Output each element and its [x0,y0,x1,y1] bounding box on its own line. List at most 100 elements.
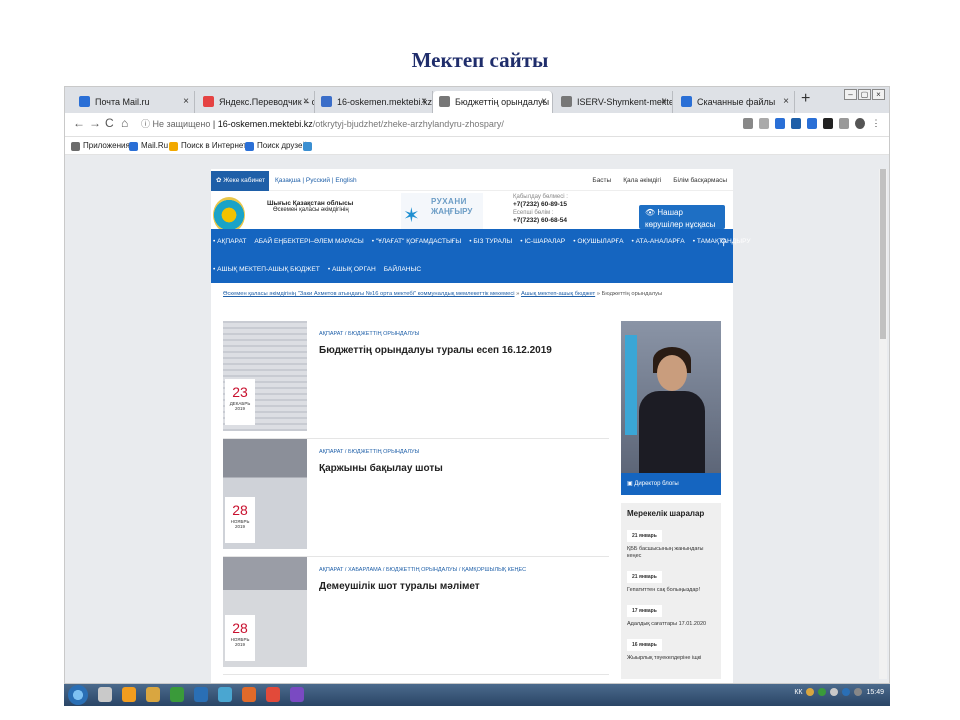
close-window-button[interactable]: × [872,89,885,100]
rukhani-banner[interactable]: ✶ РУХАНИ ЖАҢҒЫРУ [401,193,483,233]
volume-icon[interactable] [854,688,863,696]
tab-close-icon[interactable]: × [783,91,789,113]
nav-item[interactable]: • АҚПАРАТ [213,238,246,245]
home-button[interactable]: ⌂ [121,116,128,130]
taskbar-app-icon[interactable] [290,687,304,702]
nav-item[interactable]: • БІЗ ТУРАЛЫ [469,238,512,245]
mailru-icon [129,142,138,151]
clock[interactable]: 15:49 [866,689,884,696]
tab-bar: + – ▢ × Почта Mail.ru × Яндекс.Переводчик … [65,87,889,113]
toplink-home[interactable]: Басты [592,171,611,191]
language-indicator[interactable]: КК [794,689,802,696]
taskbar-app-icon[interactable] [242,687,256,702]
taskbar-app-icon[interactable] [98,687,112,702]
tray-icon[interactable] [830,688,839,696]
article-title[interactable]: Демеушілік шот туралы мәлімет [319,581,480,592]
nav-item[interactable]: АБАЙ ЕҢБЕКТЕРІ–ӘЛЕМ МАРАСЫ [254,238,363,245]
taskbar-app-icon[interactable] [146,687,160,702]
scrollbar-thumb[interactable] [880,169,886,339]
event-item[interactable]: 17 январь Адалдық сағаттары 17.01.2020 [627,599,715,628]
article-item[interactable]: 28 НОЯБРЬ 2019 АҚПАРАТ / ХАБАРЛАМА / БЮД… [223,557,609,675]
start-button[interactable] [68,685,88,705]
article-category[interactable]: АҚПАРАТ / ХАБАРЛАМА / БЮДЖЕТТІҢ ОРЫНДАЛУ… [319,567,526,573]
nav-item[interactable]: БАЙЛАНЫС [384,266,421,273]
web-page: ✿ Жеке кабинет Қазақша | Русский | Engli… [211,169,751,683]
address-bar[interactable]: ⓘ Не защищено | 16-oskemen.mektebi.kz/ot… [141,116,751,133]
tab-5[interactable]: ISERV-Shymkent-mektebi.kz - Пр…× [555,91,673,113]
taskbar-app-icon[interactable] [194,687,208,702]
minimize-button[interactable]: – [844,89,857,100]
breadcrumb-open-budget[interactable]: Ашық мектеп-ашық бюджет [521,291,595,297]
tab-close-icon[interactable]: × [421,91,427,113]
tray-icon[interactable] [806,688,815,696]
star-icon[interactable] [759,118,769,129]
taskbar-app-icon[interactable] [170,687,184,702]
tab-3[interactable]: 16-oskemen.mektebi.kz - 42 тыс…× [315,91,433,113]
event-item[interactable]: 21 январь ҚББ басшысының жанындағы кеңес [627,524,715,560]
menu-icon[interactable]: ⋮ [871,118,881,129]
back-button[interactable]: ← [73,116,85,130]
article-title[interactable]: Қаржыны бақылау шоты [319,463,443,474]
tab-2[interactable]: Яндекс.Переводчик – словарь и…× [197,91,315,113]
new-tab-button[interactable]: + [801,90,810,108]
extension-icon[interactable] [839,118,849,129]
profile-icon[interactable] [855,118,865,129]
date-badge: 23 ДЕКАБРЬ 2019 [225,379,255,425]
article-category[interactable]: АҚПАРАТ / БЮДЖЕТТІҢ ОРЫНДАЛУЫ [319,449,419,455]
article-item[interactable]: 23 ДЕКАБРЬ 2019 АҚПАРАТ / БЮДЖЕТТІҢ ОРЫН… [223,321,609,439]
bookmark-mailru[interactable]: Mail.Ru [129,140,168,152]
nav-item[interactable]: • АТА-АНАЛАРҒА [631,238,684,245]
zoom-icon[interactable] [743,118,753,129]
tray-icon[interactable] [842,688,851,696]
extension-icon[interactable] [775,118,785,129]
bookmark-friends[interactable]: Поиск друзей [245,140,307,152]
extension-icon[interactable] [807,118,817,129]
tab-close-icon[interactable]: × [661,91,667,113]
nav-item[interactable]: • ОҚУШЫЛАРҒА [573,238,623,245]
tab-4[interactable]: Бюджеттің орындалуы » Өскем…× [433,91,553,113]
tab-close-icon[interactable]: × [303,91,309,113]
article-item[interactable]: 28 НОЯБРЬ 2019 АҚПАРАТ / БЮДЖЕТТІҢ ОРЫНД… [223,439,609,557]
tab-close-icon[interactable]: × [183,91,189,113]
nav-item[interactable]: • АШЫҚ ОРГАН [328,266,376,273]
nav-item[interactable]: • ІС-ШАРАЛАР [520,238,565,245]
tab-1[interactable]: Почта Mail.ru × [73,91,195,113]
taskbar-app-icon[interactable] [266,687,280,702]
toplink-akimat[interactable]: Қала әкімдігі [623,171,661,191]
personal-cabinet-link[interactable]: ✿ Жеке кабинет [211,171,269,191]
bookmark-search[interactable]: Поиск в Интернете [169,140,251,152]
language-switcher[interactable]: Қазақша | Русский | English [275,171,357,191]
search-icon[interactable]: ⚲ [720,237,727,248]
toplink-education[interactable]: Білім басқармасы [673,171,727,191]
bookmark-apps[interactable]: Приложения [71,140,130,152]
tab-6[interactable]: Скачанные файлы × [675,91,795,113]
extension-icon[interactable] [791,118,801,129]
security-indicator[interactable]: ⓘ Не защищено [141,119,210,129]
region-subtitle: Өскемен қаласы әкімдігінің [273,207,349,213]
reload-button[interactable]: C [105,116,114,130]
maximize-button[interactable]: ▢ [858,89,871,100]
director-blog-link[interactable]: ▣ Директор блогы [621,473,721,495]
low-vision-button[interactable]: 👁 Нашар көрушілер нұсқасы [639,205,725,229]
forward-button[interactable]: → [89,116,101,130]
events-widget: Мерекелік шаралар 21 январь ҚББ басшысын… [621,503,721,679]
breadcrumb-current: Бюджеттің орындалуы [601,291,663,297]
nav-item[interactable]: • "ҰЛАҒАТ" ҚОҒАМДАСТЫҒЫ [372,238,462,245]
article-title[interactable]: Бюджеттің орындалуы туралы есеп 16.12.20… [319,345,552,356]
article-category[interactable]: АҚПАРАТ / БЮДЖЕТТІҢ ОРЫНДАЛУЫ [319,331,419,337]
nav-item[interactable]: • АШЫҚ МЕКТЕП-АШЫҚ БЮДЖЕТ [213,266,320,273]
event-item[interactable]: 16 январь Жыырлық тәуекелдеріне іщкі [627,633,715,662]
browser-window: + – ▢ × Почта Mail.ru × Яндекс.Переводчик … [64,86,890,684]
page-scrollbar[interactable] [879,169,887,679]
tab-close-icon[interactable]: × [541,91,547,113]
tab-favicon-icon [203,96,214,107]
breadcrumb-school[interactable]: Өскемен қаласы әкімдігінің "Заки Ахметов… [223,291,515,297]
taskbar-app-icon[interactable] [122,687,136,702]
tray-icon[interactable] [818,688,827,696]
event-item[interactable]: 21 январь Гепатиттен сақ болыңыздар! [627,565,715,594]
extension-icon[interactable] [823,118,833,129]
taskbar-app-icon[interactable] [218,687,232,702]
director-blog-card[interactable]: ▣ Директор блогы [621,321,721,495]
windows-taskbar: КК 15:49 [64,684,890,706]
system-tray: КК 15:49 [794,688,884,696]
